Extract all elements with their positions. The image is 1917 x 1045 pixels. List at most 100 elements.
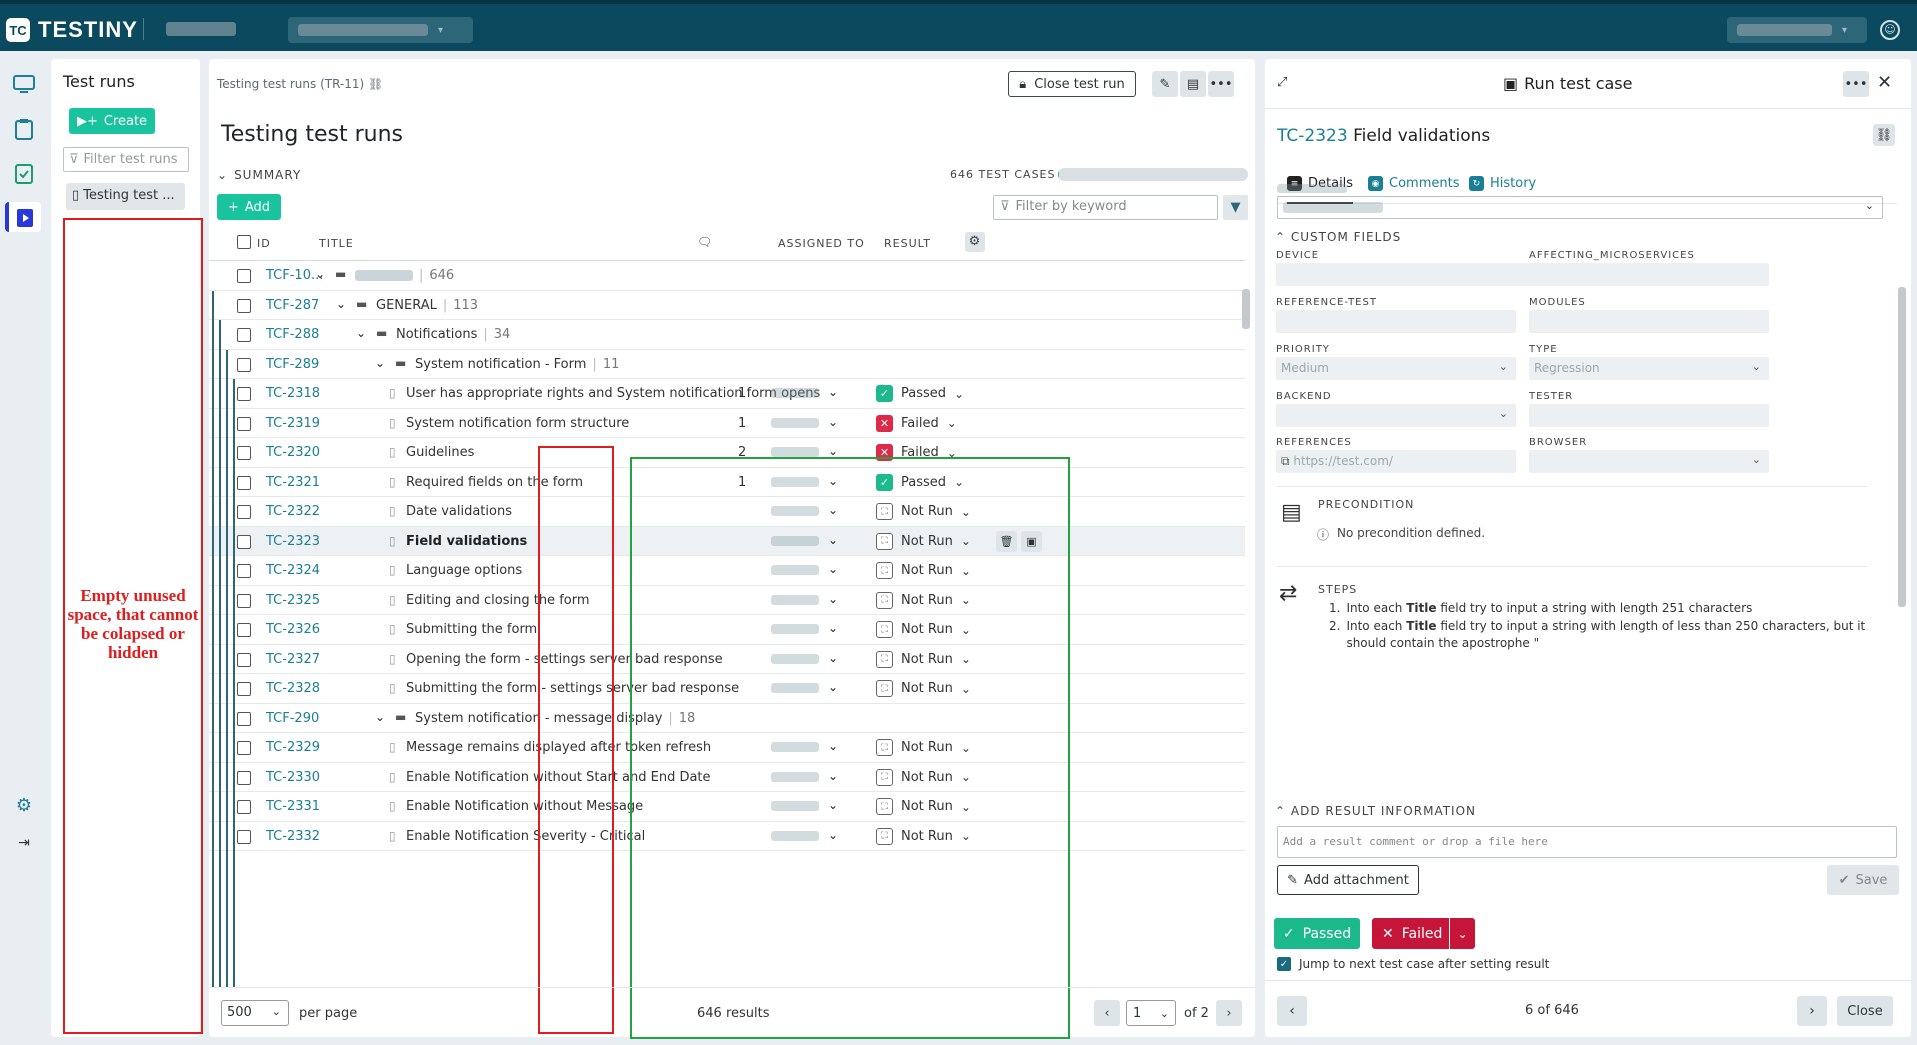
settings-gear-icon[interactable]: ⚙ xyxy=(9,790,39,820)
user-menu[interactable]: ▾ xyxy=(1727,17,1867,43)
row-checkbox[interactable] xyxy=(237,682,251,700)
save-button[interactable]: ✔ Save xyxy=(1827,865,1899,895)
row-id[interactable]: TCF-289 xyxy=(266,357,319,372)
row-checkbox[interactable] xyxy=(237,564,251,582)
test-plans-icon[interactable] xyxy=(9,158,39,188)
result-chevron-icon[interactable]: ⌄ xyxy=(954,387,964,401)
references-field[interactable]: ⧉ https://test.com/ xyxy=(1276,450,1516,473)
test-cases-icon[interactable] xyxy=(9,114,39,144)
modules-field[interactable] xyxy=(1529,310,1769,333)
row-checkbox[interactable] xyxy=(237,800,251,818)
case-title[interactable]: Guidelines xyxy=(406,445,474,460)
edit-pencil-icon[interactable]: ✎ xyxy=(1152,71,1178,97)
scrollbar-thumb[interactable] xyxy=(1898,287,1906,607)
passed-button[interactable]: ✓ Passed xyxy=(1274,918,1360,949)
prev-page-button[interactable]: ‹ xyxy=(1094,1000,1120,1026)
row-id[interactable]: TC-2323 xyxy=(266,534,320,549)
table-row[interactable]: TC-2318 ▯ User has appropriate rights and … xyxy=(209,379,1245,409)
row-id[interactable]: TCF-288 xyxy=(266,327,319,342)
device-select[interactable]: ⌄ xyxy=(1276,263,1568,286)
row-id[interactable]: TC-2331 xyxy=(266,799,320,814)
previous-case-button[interactable]: ‹ xyxy=(1277,996,1307,1026)
folder-row[interactable]: TCF-289 ⌄ ▬ System notification - Form | 11 xyxy=(209,350,1245,379)
close-icon[interactable]: ✕ xyxy=(1877,72,1892,93)
row-id[interactable]: TCF-287 xyxy=(266,298,319,313)
col-title[interactable]: TITLE xyxy=(319,237,354,250)
assignee-redacted[interactable] xyxy=(771,388,819,398)
tester-field[interactable] xyxy=(1529,404,1769,427)
row-id[interactable]: TC-2320 xyxy=(266,445,320,460)
row-checkbox[interactable] xyxy=(237,416,251,435)
link-icon[interactable]: ⛓ xyxy=(368,77,383,91)
row-id[interactable]: TC-2329 xyxy=(266,740,320,755)
row-id[interactable]: TC-2328 xyxy=(266,681,320,696)
row-checkbox[interactable] xyxy=(237,357,251,376)
folder-row[interactable]: TCF-10... ⌄ ▬ | 646 xyxy=(209,261,1245,291)
dashboard-icon[interactable] xyxy=(9,69,39,99)
summary-toggle[interactable]: ⌄ SUMMARY xyxy=(217,168,301,182)
row-id[interactable]: TC-2322 xyxy=(266,504,320,519)
row-id[interactable]: TC-2318 xyxy=(266,386,320,401)
col-assigned[interactable]: ASSIGNED TO xyxy=(778,237,865,250)
assignee-chevron-icon[interactable]: ⌄ xyxy=(828,385,838,399)
close-test-run-button[interactable]: 🔒︎ Close test run xyxy=(1008,71,1136,97)
row-checkbox[interactable] xyxy=(237,593,251,612)
table-scrollbar[interactable] xyxy=(1239,281,1251,1021)
failed-button[interactable]: ✕ Failed ⌄ xyxy=(1372,918,1475,949)
assignee-redacted[interactable] xyxy=(771,447,819,457)
select-all-checkbox[interactable] xyxy=(237,235,251,252)
row-checkbox[interactable] xyxy=(237,741,251,759)
row-checkbox[interactable] xyxy=(237,505,251,523)
expand-icon[interactable]: ⤢ xyxy=(1277,75,1287,90)
next-case-button[interactable]: › xyxy=(1797,996,1827,1026)
testiny-logo[interactable]: TC TESTINY xyxy=(6,17,138,43)
row-checkbox[interactable] xyxy=(237,387,251,405)
browser-select[interactable]: ⌄ xyxy=(1529,450,1769,473)
table-row[interactable]: TC-2319 ▯ System notification form structu… xyxy=(209,409,1245,438)
col-result[interactable]: RESULT xyxy=(884,237,931,250)
chevron-down-icon[interactable]: ⌄ xyxy=(356,326,366,340)
checkbox-checked-icon[interactable]: ✓ xyxy=(1277,957,1291,971)
row-checkbox[interactable] xyxy=(237,534,251,553)
row-checkbox[interactable] xyxy=(237,269,251,287)
detail-scrollbar[interactable] xyxy=(1897,279,1907,789)
advanced-filter-icon[interactable]: ▼ xyxy=(1223,195,1248,220)
close-button[interactable]: Close xyxy=(1837,996,1893,1026)
custom-fields-toggle[interactable]: ⌃ CUSTOM FIELDS xyxy=(1275,230,1401,244)
priority-select[interactable]: Medium ⌄ xyxy=(1276,357,1516,380)
logout-icon[interactable]: ⇥ xyxy=(9,828,39,858)
chevron-down-icon[interactable]: ⌄ xyxy=(375,710,385,724)
result-select[interactable]: ✕ Failed ⌄ xyxy=(876,414,957,432)
chevron-down-icon[interactable]: ⌄ xyxy=(336,297,346,311)
result-chevron-icon[interactable]: ⌄ xyxy=(947,416,957,430)
case-title[interactable]: Submitting the form xyxy=(406,622,537,637)
row-id[interactable]: TC-2319 xyxy=(266,416,320,431)
row-id[interactable]: TC-2332 xyxy=(266,829,320,844)
col-id[interactable]: ID xyxy=(257,237,271,250)
case-title[interactable]: User has appropriate rights and System n… xyxy=(406,386,820,401)
backend-select[interactable]: ⌄ xyxy=(1276,404,1516,427)
row-id[interactable]: TC-2325 xyxy=(266,593,320,608)
row-checkbox[interactable] xyxy=(237,475,251,494)
assignee-select[interactable]: ⌄ xyxy=(1277,196,1883,219)
link-icon[interactable]: ⛓ xyxy=(1873,124,1895,146)
per-page-select[interactable]: 500 ⌄ xyxy=(221,1000,289,1026)
column-settings-gear-icon[interactable]: ⚙ xyxy=(965,232,985,252)
add-attachment-button[interactable]: ✎ Add attachment xyxy=(1277,865,1419,895)
row-checkbox[interactable] xyxy=(237,298,251,317)
jump-next-checkbox[interactable]: ✓ Jump to next test case after setting re… xyxy=(1277,957,1549,971)
filter-test-runs-input[interactable]: ⊽ Filter test runs xyxy=(63,147,189,172)
create-button[interactable]: ▶+ Create xyxy=(69,108,155,134)
row-checkbox[interactable] xyxy=(237,652,251,671)
reference-test-field[interactable] xyxy=(1276,310,1516,333)
folder-row[interactable]: TCF-287 ⌄ ▬ GENERAL | 113 xyxy=(209,291,1245,320)
assignee-chevron-icon[interactable]: ⌄ xyxy=(828,415,838,429)
breadcrumb[interactable]: Testing test runs (TR-11) ⛓ xyxy=(217,77,383,91)
affecting-microservices-field[interactable] xyxy=(1529,263,1769,286)
test-runs-icon[interactable] xyxy=(5,202,41,232)
case-title[interactable]: System notification form structure xyxy=(406,416,629,431)
tab-history[interactable]: ↻ History xyxy=(1469,176,1536,191)
add-button[interactable]: + Add xyxy=(217,194,281,220)
chevron-down-icon[interactable]: ⌄ xyxy=(375,356,385,370)
feedback-smiley-icon[interactable]: ☺ xyxy=(1880,20,1900,40)
